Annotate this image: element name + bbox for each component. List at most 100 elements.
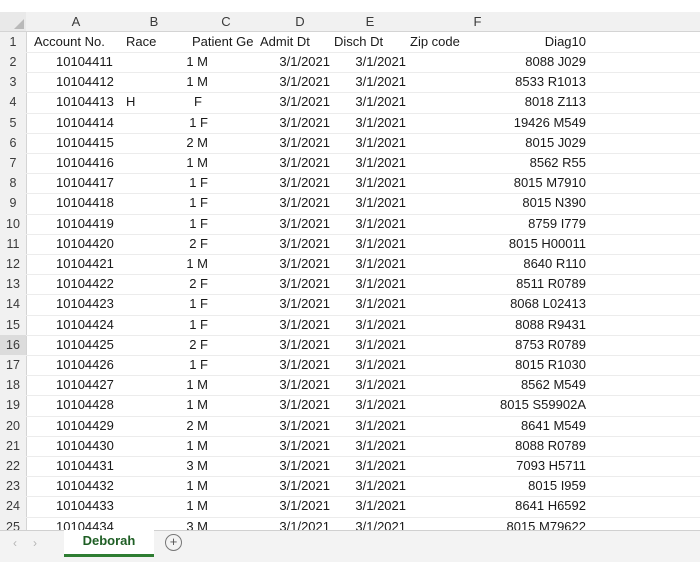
header-diag10[interactable]: Diag10 [480, 32, 586, 52]
row-header-21[interactable]: 21 [0, 436, 26, 456]
admit-dt-cell[interactable]: 3/1/2021 [258, 92, 330, 112]
account-no-cell[interactable]: 10104418 [56, 193, 126, 213]
column-header-c[interactable]: C [182, 12, 270, 31]
account-no-cell[interactable]: 10104417 [56, 173, 126, 193]
race-cell[interactable] [126, 315, 146, 335]
patient-gender-cell[interactable]: 1 F [168, 315, 208, 335]
row-header-23[interactable]: 23 [0, 476, 26, 496]
column-header-f[interactable]: F [410, 12, 545, 31]
disch-dt-cell[interactable]: 3/1/2021 [334, 133, 406, 153]
admit-dt-cell[interactable]: 3/1/2021 [258, 153, 330, 173]
row-header-20[interactable]: 20 [0, 416, 26, 436]
account-no-cell[interactable]: 10104424 [56, 315, 126, 335]
account-no-cell[interactable]: 10104430 [56, 436, 126, 456]
disch-dt-cell[interactable]: 3/1/2021 [334, 173, 406, 193]
account-no-cell[interactable]: 10104416 [56, 153, 126, 173]
admit-dt-cell[interactable]: 3/1/2021 [258, 436, 330, 456]
row-header-14[interactable]: 14 [0, 294, 26, 314]
account-no-cell[interactable]: 10104413 [56, 92, 126, 112]
disch-dt-cell[interactable]: 3/1/2021 [334, 355, 406, 375]
row-header-1[interactable]: 1 [0, 32, 26, 52]
header-account-no[interactable]: Account No. [34, 32, 126, 52]
column-header-e[interactable]: E [330, 12, 410, 31]
account-no-cell[interactable]: 10104421 [56, 254, 126, 274]
patient-gender-cell[interactable]: 1 F [168, 173, 208, 193]
row-header-18[interactable]: 18 [0, 375, 26, 395]
row-header-16[interactable]: 16 [0, 334, 26, 355]
race-cell[interactable] [126, 456, 146, 476]
row-header-24[interactable]: 24 [0, 496, 26, 516]
patient-gender-cell[interactable]: 1 F [168, 214, 208, 234]
diag10-cell[interactable]: 8088 R0789 [460, 436, 586, 456]
diag10-cell[interactable]: 8753 R0789 [460, 335, 586, 355]
row-header-2[interactable]: 2 [0, 52, 26, 72]
race-cell[interactable] [126, 294, 146, 314]
patient-gender-cell[interactable]: 1 F [168, 294, 208, 314]
race-cell[interactable] [126, 416, 146, 436]
diag10-cell[interactable]: 8015 I959 [460, 476, 586, 496]
patient-gender-cell[interactable]: 1 M [168, 496, 208, 516]
disch-dt-cell[interactable]: 3/1/2021 [334, 496, 406, 516]
race-cell[interactable] [126, 355, 146, 375]
disch-dt-cell[interactable]: 3/1/2021 [334, 456, 406, 476]
admit-dt-cell[interactable]: 3/1/2021 [258, 214, 330, 234]
row-header-3[interactable]: 3 [0, 72, 26, 92]
diag10-cell[interactable]: 8015 M7910 [460, 173, 586, 193]
row-header-9[interactable]: 9 [0, 193, 26, 213]
patient-gender-cell[interactable]: 1 F [168, 113, 208, 133]
row-header-6[interactable]: 6 [0, 133, 26, 153]
row-header-19[interactable]: 19 [0, 395, 26, 415]
column-header-a[interactable]: A [26, 12, 126, 31]
diag10-cell[interactable]: 8562 R55 [460, 153, 586, 173]
patient-gender-cell[interactable]: F [162, 92, 202, 112]
admit-dt-cell[interactable]: 3/1/2021 [258, 335, 330, 355]
diag10-cell[interactable]: 8640 R110 [460, 254, 586, 274]
disch-dt-cell[interactable]: 3/1/2021 [334, 214, 406, 234]
patient-gender-cell[interactable]: 2 M [168, 416, 208, 436]
select-all-corner[interactable] [0, 12, 27, 32]
disch-dt-cell[interactable]: 3/1/2021 [334, 72, 406, 92]
sheet-tab-deborah[interactable]: Deborah [64, 530, 154, 557]
patient-gender-cell[interactable]: 1 F [168, 355, 208, 375]
column-header-d[interactable]: D [270, 12, 330, 31]
race-cell[interactable] [126, 113, 146, 133]
patient-gender-cell[interactable]: 1 M [168, 72, 208, 92]
row-header-17[interactable]: 17 [0, 355, 26, 375]
diag10-cell[interactable]: 8511 R0789 [460, 274, 586, 294]
account-no-cell[interactable]: 10104433 [56, 496, 126, 516]
column-header-b[interactable]: B [126, 12, 182, 31]
diag10-cell[interactable]: 7093 H5711 [460, 456, 586, 476]
disch-dt-cell[interactable]: 3/1/2021 [334, 153, 406, 173]
patient-gender-cell[interactable]: 2 F [168, 274, 208, 294]
account-no-cell[interactable]: 10104427 [56, 375, 126, 395]
account-no-cell[interactable]: 10104414 [56, 113, 126, 133]
row-header-12[interactable]: 12 [0, 254, 26, 274]
add-sheet-icon[interactable]: + [165, 534, 182, 551]
admit-dt-cell[interactable]: 3/1/2021 [258, 133, 330, 153]
patient-gender-cell[interactable]: 1 F [168, 193, 208, 213]
race-cell[interactable] [126, 193, 146, 213]
patient-gender-cell[interactable]: 1 M [168, 52, 208, 72]
sheet-prev-icon[interactable]: ‹ [8, 536, 22, 550]
race-cell[interactable] [126, 436, 146, 456]
race-cell[interactable] [126, 234, 146, 254]
disch-dt-cell[interactable]: 3/1/2021 [334, 254, 406, 274]
admit-dt-cell[interactable]: 3/1/2021 [258, 476, 330, 496]
patient-gender-cell[interactable]: 1 M [168, 395, 208, 415]
header-zip-code[interactable]: Zip code [410, 32, 480, 52]
account-no-cell[interactable]: 10104420 [56, 234, 126, 254]
account-no-cell[interactable]: 10104415 [56, 133, 126, 153]
row-header-11[interactable]: 11 [0, 234, 26, 254]
diag10-cell[interactable]: 8068 L02413 [460, 294, 586, 314]
diag10-cell[interactable]: 8759 I779 [460, 214, 586, 234]
admit-dt-cell[interactable]: 3/1/2021 [258, 456, 330, 476]
header-admit-dt[interactable]: Admit Dt [260, 32, 330, 52]
row-header-7[interactable]: 7 [0, 153, 26, 173]
race-cell[interactable] [126, 52, 146, 72]
race-cell[interactable] [126, 335, 146, 355]
account-no-cell[interactable]: 10104431 [56, 456, 126, 476]
admit-dt-cell[interactable]: 3/1/2021 [258, 375, 330, 395]
race-cell[interactable] [126, 375, 146, 395]
row-header-8[interactable]: 8 [0, 173, 26, 193]
patient-gender-cell[interactable]: 2 M [168, 133, 208, 153]
